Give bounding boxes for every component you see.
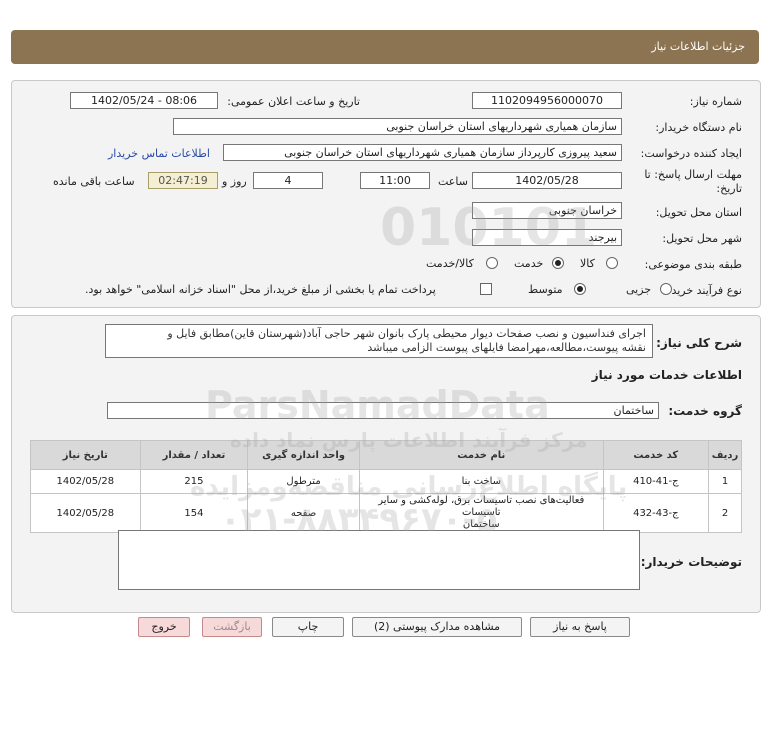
column-code: کد خدمت bbox=[602, 440, 710, 470]
deadline-date-label: تاریخ: bbox=[716, 182, 742, 195]
column-date: تاریخ نیاز bbox=[30, 440, 141, 470]
reply-button[interactable]: پاسخ به نیاز bbox=[530, 617, 630, 637]
category-option-goods-service: کالا/خدمت bbox=[426, 257, 474, 270]
row-number: 1 bbox=[708, 469, 742, 494]
row-number: 2 bbox=[708, 493, 742, 533]
column-qty: تعداد / مقدار bbox=[139, 440, 249, 470]
process-radio-medium[interactable] bbox=[574, 283, 586, 295]
service-name: فعالیت‌های نصب تاسیسات برق، لوله‌کشی و س… bbox=[358, 493, 604, 533]
need-number-label: شماره نیاز: bbox=[689, 95, 742, 108]
creator-label: ایجاد کننده درخواست: bbox=[640, 147, 742, 160]
deadline-label: مهلت ارسال پاسخ: تا bbox=[644, 168, 742, 181]
deadline-date-field: 1402/05/28 bbox=[472, 172, 622, 189]
city-field: بیرجند bbox=[472, 229, 622, 246]
buyer-notes-box bbox=[118, 530, 640, 590]
category-option-service: خدمت bbox=[514, 257, 544, 270]
city-label: شهر محل تحویل: bbox=[662, 232, 742, 245]
services-table-header: ردیف کد خدمت نام خدمت واحد اندازه گیری ت… bbox=[30, 440, 742, 470]
deadline-time-label: ساعت bbox=[438, 175, 468, 188]
remaining-timer: 02:47:19 bbox=[148, 172, 218, 189]
buyer-notes-label: توضیحات خریدار: bbox=[640, 555, 742, 569]
service-date: 1402/05/28 bbox=[30, 469, 141, 494]
process-option-medium: متوسط bbox=[528, 283, 563, 296]
description-label: شرح کلی نیاز: bbox=[656, 336, 742, 350]
description-textbox: اجرای فنداسیون و نصب صفحات دیوار محیطی پ… bbox=[105, 324, 653, 358]
announce-label: تاریخ و ساعت اعلان عمومی: bbox=[227, 95, 360, 108]
services-section-title: اطلاعات خدمات مورد نیاز bbox=[591, 368, 742, 382]
service-qty: 215 bbox=[139, 469, 249, 494]
details-panel bbox=[11, 80, 761, 308]
page-title: جزئیات اطلاعات نیاز bbox=[651, 40, 745, 53]
description-line-1: اجرای فنداسیون و نصب صفحات دیوار محیطی پ… bbox=[167, 327, 646, 340]
need-number-field: 1102094956000070 bbox=[472, 92, 622, 109]
buyer-label: نام دستگاه خریدار: bbox=[655, 121, 742, 134]
process-label: نوع فرآیند خرید : bbox=[664, 284, 742, 297]
announce-field: 1402/05/24 - 08:06 bbox=[70, 92, 218, 109]
service-unit: صفحه bbox=[247, 493, 360, 533]
page-header: جزئیات اطلاعات نیاز bbox=[11, 30, 759, 64]
description-line-2: نقشه پیوست،مطالعه،مهرامضا فایلهای پیوست … bbox=[367, 341, 646, 354]
service-name-line-1: فعالیت‌های نصب تاسیسات برق، لوله‌کشی و س… bbox=[378, 495, 585, 518]
days-field: 4 bbox=[253, 172, 323, 189]
column-row: ردیف bbox=[708, 440, 742, 470]
print-button[interactable]: چاپ bbox=[272, 617, 344, 637]
buyer-field: سازمان همیاری شهرداریهای استان خراسان جن… bbox=[173, 118, 622, 135]
service-name: ساخت بنا bbox=[358, 469, 604, 494]
deadline-time-field: 11:00 bbox=[360, 172, 430, 189]
service-code: ج-41-410 bbox=[602, 469, 710, 494]
column-name: نام خدمت bbox=[358, 440, 604, 470]
back-button[interactable]: بازگشت bbox=[202, 617, 262, 637]
exit-button[interactable]: خروج bbox=[138, 617, 190, 637]
service-unit: مترطول bbox=[247, 469, 360, 494]
column-unit: واحد اندازه گیری bbox=[247, 440, 360, 470]
province-field: خراسان جنوبی bbox=[472, 202, 622, 219]
table-row: 2 ج-43-432 فعالیت‌های نصب تاسیسات برق، ل… bbox=[30, 493, 742, 533]
category-label: طبقه بندی موضوعی: bbox=[644, 258, 742, 271]
remaining-label: ساعت باقی مانده bbox=[53, 175, 135, 188]
service-date: 1402/05/28 bbox=[30, 493, 141, 533]
table-row: 1 ج-41-410 ساخت بنا مترطول 215 1402/05/2… bbox=[30, 469, 742, 494]
service-code: ج-43-432 bbox=[602, 493, 710, 533]
category-radio-goods[interactable] bbox=[606, 257, 618, 269]
province-label: استان محل تحویل: bbox=[655, 206, 742, 219]
creator-field: سعید پیروزی کارپرداز سازمان همیاری شهردا… bbox=[223, 144, 622, 161]
days-label: روز و bbox=[222, 175, 247, 188]
treasury-payment-note: پرداخت تمام یا بخشی از مبلغ خرید،از محل … bbox=[85, 283, 436, 296]
service-group-field: ساختمان bbox=[107, 402, 659, 419]
category-radio-service[interactable] bbox=[552, 257, 564, 269]
category-option-goods: کالا bbox=[580, 257, 595, 270]
treasury-payment-checkbox[interactable] bbox=[480, 283, 492, 295]
services-table: ردیف کد خدمت نام خدمت واحد اندازه گیری ت… bbox=[30, 440, 742, 533]
process-option-minor: جزیی bbox=[626, 283, 652, 296]
buyer-contact-link[interactable]: اطلاعات تماس خریدار bbox=[108, 147, 210, 160]
service-group-label: گروه خدمت: bbox=[668, 404, 742, 418]
service-qty: 154 bbox=[139, 493, 249, 533]
category-radio-goods-service[interactable] bbox=[486, 257, 498, 269]
view-attachments-button[interactable]: مشاهده مدارک پیوستی (2) bbox=[352, 617, 522, 637]
process-radio-minor[interactable] bbox=[660, 283, 672, 295]
